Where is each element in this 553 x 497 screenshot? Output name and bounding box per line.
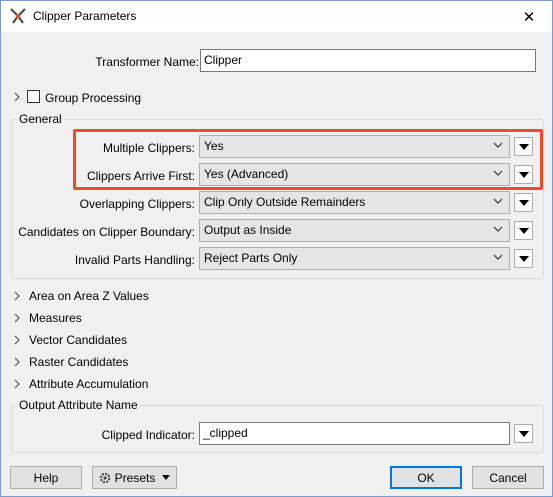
transformer-name-input[interactable]: Clipper bbox=[200, 49, 536, 72]
chevron-down-icon bbox=[493, 198, 503, 204]
section-raster-candidates[interactable]: Raster Candidates bbox=[11, 355, 128, 369]
section-area-on-area-z[interactable]: Area on Area Z Values bbox=[11, 289, 149, 303]
ok-button[interactable]: OK bbox=[390, 466, 462, 489]
close-icon: ✕ bbox=[522, 8, 536, 26]
cancel-button[interactable]: Cancel bbox=[472, 466, 544, 489]
section-label: Raster Candidates bbox=[29, 355, 129, 369]
fme-transformer-icon bbox=[10, 8, 26, 24]
highlight-box bbox=[73, 129, 543, 190]
clipped-indicator-input[interactable]: _clipped bbox=[199, 422, 510, 445]
group-processing-checkbox[interactable] bbox=[27, 90, 40, 103]
invalid-parts-menu-button[interactable] bbox=[514, 249, 533, 268]
presets-button[interactable]: Presets bbox=[92, 466, 177, 489]
triangle-down-icon bbox=[518, 199, 529, 206]
close-button[interactable]: ✕ bbox=[506, 1, 552, 32]
section-label: Vector Candidates bbox=[29, 333, 128, 347]
overlapping-clippers-value: Clip Only Outside Remainders bbox=[204, 195, 366, 209]
candidates-boundary-value: Output as Inside bbox=[204, 223, 292, 237]
ok-button-label: OK bbox=[417, 470, 435, 485]
title-bar[interactable]: Clipper Parameters ✕ bbox=[1, 1, 552, 32]
chevron-right-icon bbox=[14, 379, 20, 389]
dialog-window: Clipper Parameters ✕ Transformer Name: C… bbox=[0, 0, 553, 497]
section-label: Attribute Accumulation bbox=[29, 377, 149, 391]
general-legend: General bbox=[17, 112, 64, 126]
chevron-right-icon bbox=[14, 313, 20, 323]
dialog-content: Transformer Name: Clipper Group Processi… bbox=[9, 39, 544, 453]
chevron-right-icon bbox=[14, 335, 20, 345]
window-title: Clipper Parameters bbox=[33, 9, 137, 23]
clipped-indicator-label: Clipped Indicator: bbox=[101, 428, 195, 442]
section-attribute-accumulation[interactable]: Attribute Accumulation bbox=[11, 377, 148, 391]
candidates-boundary-menu-button[interactable] bbox=[514, 221, 533, 240]
transformer-name-label: Transformer Name: bbox=[95, 55, 199, 69]
invalid-parts-label: Invalid Parts Handling: bbox=[74, 253, 195, 267]
output-legend: Output Attribute Name bbox=[17, 398, 140, 412]
overlapping-clippers-menu-button[interactable] bbox=[514, 193, 533, 212]
chevron-down-icon bbox=[493, 226, 503, 232]
candidates-boundary-select[interactable]: Output as Inside bbox=[199, 219, 510, 242]
triangle-down-icon bbox=[518, 430, 529, 437]
gear-icon bbox=[99, 472, 110, 483]
cancel-button-label: Cancel bbox=[489, 470, 527, 485]
presets-button-label: Presets bbox=[114, 470, 156, 485]
chevron-right-icon bbox=[14, 291, 20, 301]
section-label: Measures bbox=[29, 311, 82, 325]
overlapping-clippers-label: Overlapping Clippers: bbox=[79, 197, 195, 211]
section-vector-candidates[interactable]: Vector Candidates bbox=[11, 333, 127, 347]
chevron-down-icon bbox=[493, 254, 503, 260]
chevron-right-icon bbox=[14, 357, 20, 367]
triangle-down-icon bbox=[518, 227, 529, 234]
invalid-parts-value: Reject Parts Only bbox=[204, 251, 298, 265]
help-button[interactable]: Help bbox=[10, 466, 82, 489]
chevron-right-icon bbox=[14, 92, 20, 102]
triangle-down-icon bbox=[518, 255, 529, 262]
triangle-down-icon bbox=[162, 474, 171, 480]
clipped-indicator-menu-button[interactable] bbox=[514, 424, 533, 443]
section-measures[interactable]: Measures bbox=[11, 311, 82, 325]
candidates-boundary-label: Candidates on Clipper Boundary: bbox=[18, 225, 195, 239]
section-label: Area on Area Z Values bbox=[29, 289, 149, 303]
group-processing-label: Group Processing bbox=[45, 91, 142, 105]
overlapping-clippers-select[interactable]: Clip Only Outside Remainders bbox=[199, 191, 510, 214]
help-button-label: Help bbox=[33, 470, 59, 485]
invalid-parts-select[interactable]: Reject Parts Only bbox=[199, 247, 510, 270]
